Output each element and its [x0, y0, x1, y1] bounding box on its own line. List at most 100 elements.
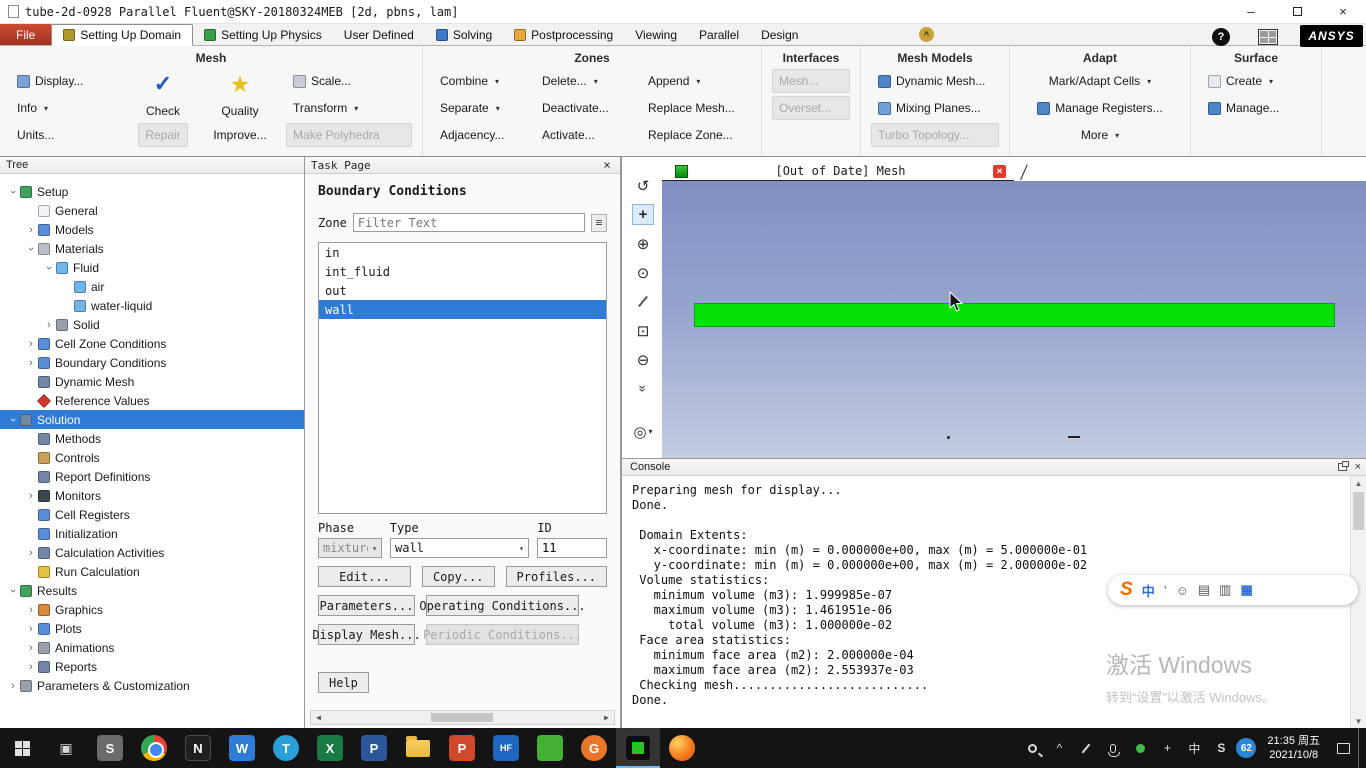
tree-item-reports[interactable]: Reports	[0, 657, 304, 676]
scrollbar-thumb[interactable]	[1353, 492, 1364, 530]
close-button[interactable]: ×	[1320, 0, 1366, 23]
tree-item-fluid[interactable]: Fluid	[0, 258, 304, 277]
refresh-view-icon[interactable]: ↺	[632, 175, 654, 196]
mesh-check-button[interactable]: ✓ Check	[132, 69, 194, 120]
taskbar-wechat[interactable]	[528, 728, 572, 768]
expander-icon[interactable]	[24, 224, 38, 236]
copy-button[interactable]: Copy...	[421, 566, 495, 587]
surface-manage-button[interactable]: Manage...	[1201, 96, 1311, 120]
tree-item-materials[interactable]: Materials	[0, 239, 304, 258]
status-green-icon[interactable]	[1128, 728, 1152, 768]
expander-icon[interactable]	[24, 547, 38, 559]
tree-item-boundary-conditions[interactable]: Boundary Conditions	[0, 353, 304, 372]
expander-icon[interactable]	[24, 490, 38, 502]
taskbar-sogou[interactable]: S	[88, 728, 132, 768]
expander-icon[interactable]	[24, 243, 38, 255]
scrollbar-thumb[interactable]	[431, 713, 493, 722]
console-close-icon[interactable]: ×	[1355, 461, 1361, 473]
zone-item-wall[interactable]: wall	[319, 300, 606, 319]
type-dropdown[interactable]: wall ▾	[390, 538, 529, 558]
expander-icon[interactable]	[24, 623, 38, 635]
probe-pencil-icon[interactable]	[632, 291, 654, 312]
expander-icon[interactable]	[6, 680, 20, 692]
restore-panel-icon[interactable]	[1337, 461, 1349, 471]
tree-item-calculation-activities[interactable]: Calculation Activities	[0, 543, 304, 562]
taskbar-firefox[interactable]	[660, 728, 704, 768]
start-button[interactable]	[0, 728, 44, 768]
filter-sort-icon[interactable]: ≡	[591, 213, 607, 232]
magnify-icon[interactable]: ⊙	[632, 262, 654, 283]
search-people-icon[interactable]	[1020, 728, 1044, 768]
notification-count-badge[interactable]: 62	[1236, 738, 1257, 758]
minimize-button[interactable]: –	[1228, 0, 1274, 23]
zones-separate-button[interactable]: Separate ▾	[433, 96, 525, 120]
tree-item-general[interactable]: General	[0, 201, 304, 220]
profiles-button[interactable]: Profiles...	[505, 566, 607, 587]
zones-deactivate-button[interactable]: Deactivate...	[535, 96, 631, 120]
ime-emoji-icon[interactable]: ☺	[1176, 583, 1189, 598]
tree-item-dynamic-mesh[interactable]: Dynamic Mesh	[0, 372, 304, 391]
expander-icon[interactable]	[42, 319, 56, 331]
taskbar-notes-app[interactable]: N	[176, 728, 220, 768]
expander-icon[interactable]	[6, 414, 20, 426]
tree-item-reference-values[interactable]: Reference Values	[0, 391, 304, 410]
task-view-button[interactable]: ▣	[44, 728, 88, 768]
tree-item-methods[interactable]: Methods	[0, 429, 304, 448]
task-page-hscrollbar[interactable]: ◀ ▶	[310, 710, 615, 725]
expander-icon[interactable]	[6, 186, 20, 198]
taskbar-pdf-app[interactable]: P	[352, 728, 396, 768]
zoom-out-icon[interactable]: ⊖	[632, 349, 654, 370]
tab-viewing[interactable]: Viewing	[624, 24, 688, 45]
workspace-layout-icon[interactable]	[1258, 29, 1278, 45]
zone-id-field[interactable]	[537, 538, 607, 558]
tree-item-animations[interactable]: Animations	[0, 638, 304, 657]
zone-item-int-fluid[interactable]: int_fluid	[319, 262, 606, 281]
ime-toolbox-icon[interactable]: ▦	[1240, 582, 1252, 598]
expander-icon[interactable]	[24, 604, 38, 616]
edit-button[interactable]: Edit...	[318, 566, 411, 587]
tree-item-solution[interactable]: Solution	[0, 410, 304, 429]
taskbar-excel[interactable]: X	[308, 728, 352, 768]
manage-registers-button[interactable]: Manage Registers...	[1030, 96, 1169, 120]
zone-item-in[interactable]: in	[319, 243, 606, 262]
parameters-button[interactable]: Parameters...	[318, 595, 415, 616]
scroll-down-icon[interactable]: ▼	[1351, 714, 1366, 728]
sogou-logo-icon[interactable]: S	[1120, 579, 1133, 601]
expander-icon[interactable]	[24, 357, 38, 369]
taskbar-g-app[interactable]: G	[572, 728, 616, 768]
taskbar-chrome[interactable]	[132, 728, 176, 768]
tab-parallel[interactable]: Parallel	[688, 24, 750, 45]
zone-item-out[interactable]: out	[319, 281, 606, 300]
tab-setting-up-domain[interactable]: Setting Up Domain	[51, 24, 194, 46]
surface-create-button[interactable]: Create ▾	[1201, 69, 1311, 93]
zones-combine-button[interactable]: Combine ▾	[433, 69, 525, 93]
tree-item-cell-zone-conditions[interactable]: Cell Zone Conditions	[0, 334, 304, 353]
scroll-right-icon[interactable]: ▶	[600, 712, 613, 723]
expander-icon[interactable]	[6, 585, 20, 597]
graphics-close-icon[interactable]: ×	[993, 164, 1006, 178]
sogou-tray-icon[interactable]: S	[1209, 728, 1233, 768]
expander-icon[interactable]	[24, 642, 38, 654]
taskbar-foxit[interactable]: HF	[484, 728, 528, 768]
ime-punctuation-icon[interactable]: ’	[1164, 583, 1167, 598]
tree-item-solid[interactable]: Solid	[0, 315, 304, 334]
tree-item-run-calculation[interactable]: Run Calculation	[0, 562, 304, 581]
expander-icon[interactable]	[24, 338, 38, 350]
tree-item-results[interactable]: Results	[0, 581, 304, 600]
graphics-view-tab[interactable]: [Out of Date] Mesh ×	[662, 162, 1014, 181]
tree-item-cell-registers[interactable]: Cell Registers	[0, 505, 304, 524]
tree-item-initialization[interactable]: Initialization	[0, 524, 304, 543]
taskbar-wechat-work[interactable]: W	[220, 728, 264, 768]
tree-item-graphics[interactable]: Graphics	[0, 600, 304, 619]
ribbon-collapse-icon[interactable]	[919, 27, 934, 42]
ime-keyboard-icon[interactable]: ▤	[1198, 582, 1210, 598]
mesh-scale-button[interactable]: Scale...	[286, 69, 412, 93]
zones-adjacency-button[interactable]: Adjacency...	[433, 123, 525, 147]
crosshair-tray-icon[interactable]: +	[1155, 728, 1179, 768]
task-page-close-icon[interactable]: ×	[600, 158, 614, 172]
mesh-display-button[interactable]: Display...	[10, 69, 122, 93]
operating-conditions-button[interactable]: Operating Conditions...	[419, 595, 586, 616]
adapt-more-button[interactable]: More ▾	[1074, 123, 1126, 147]
tree-item-setup[interactable]: Setup	[0, 182, 304, 201]
ime-chinese-mode-icon[interactable]: 中	[1142, 581, 1155, 600]
